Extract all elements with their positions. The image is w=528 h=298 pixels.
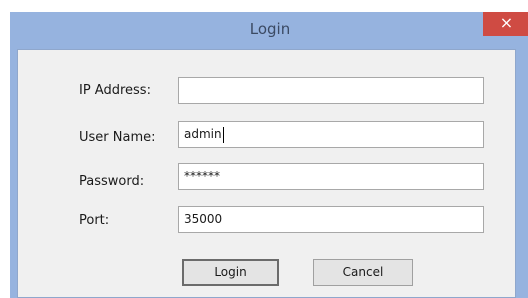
login-button[interactable]: Login — [182, 259, 279, 286]
port-field[interactable]: 35000 — [178, 206, 484, 233]
password-field[interactable]: ****** — [178, 163, 484, 190]
cancel-button[interactable]: Cancel — [313, 259, 413, 286]
user-name-value: admin — [184, 127, 222, 141]
window-title: Login — [249, 20, 291, 38]
login-dialog: Login × IP Address: User Name: admin Pas… — [10, 12, 528, 298]
text-cursor — [222, 126, 224, 143]
close-icon: × — [499, 13, 514, 32]
title-bar[interactable]: Login × — [10, 12, 528, 49]
dialog-body: IP Address: User Name: admin Password: *… — [17, 49, 516, 298]
user-name-field[interactable]: admin — [178, 121, 484, 148]
close-button[interactable]: × — [483, 12, 528, 36]
ip-address-field[interactable] — [178, 77, 484, 104]
ip-address-label: IP Address: — [79, 83, 151, 98]
port-label: Port: — [79, 213, 110, 228]
password-label: Password: — [79, 174, 145, 189]
user-name-label: User Name: — [79, 130, 156, 145]
password-value: ****** — [184, 169, 220, 183]
port-value: 35000 — [184, 212, 223, 226]
